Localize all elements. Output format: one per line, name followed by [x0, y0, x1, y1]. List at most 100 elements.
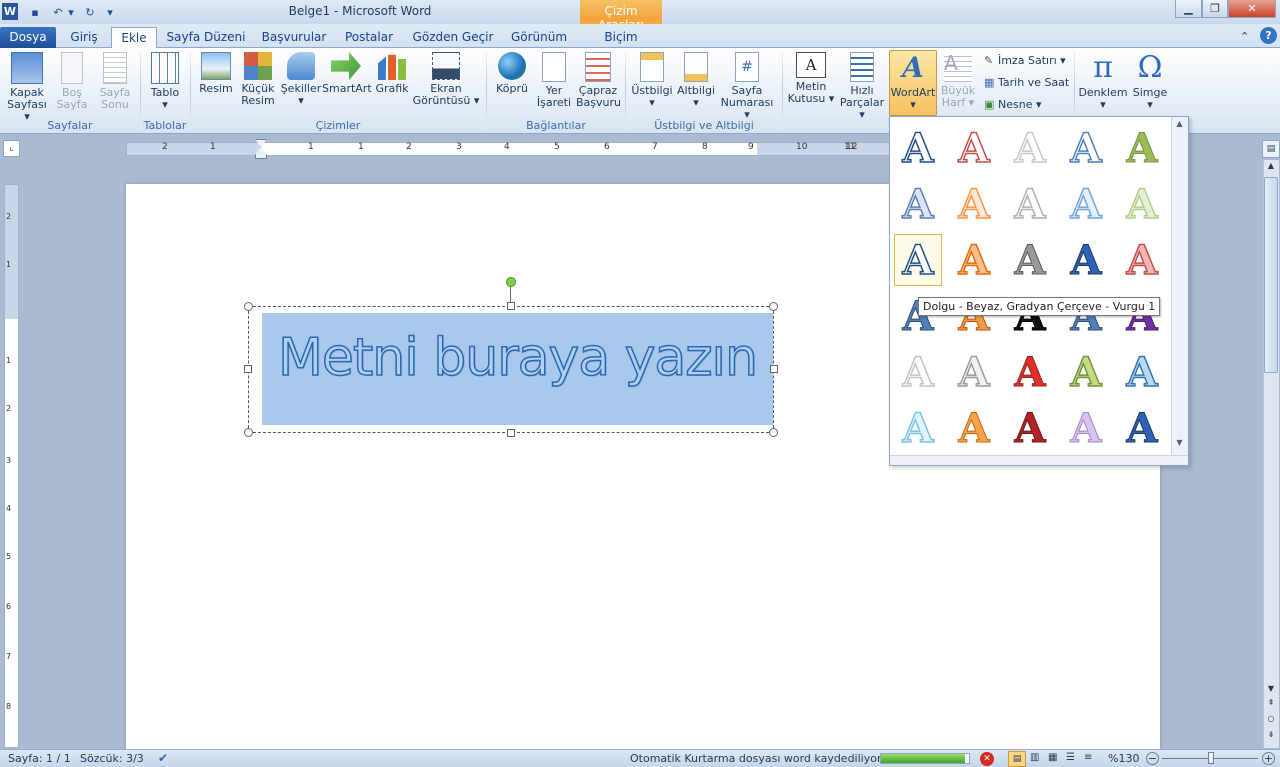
wordart-style-14[interactable]: A — [1062, 234, 1110, 286]
tab-references[interactable]: Başvurular — [258, 27, 330, 48]
screenshot-button[interactable]: Ekran Görüntüsü ▾ — [412, 52, 480, 107]
draft-view-icon[interactable]: ≡ — [1084, 752, 1092, 763]
wordart-style-27[interactable]: A — [950, 402, 998, 454]
tab-view[interactable]: Görünüm — [506, 27, 572, 48]
close-button[interactable]: ✕ — [1228, 0, 1276, 18]
wordart-style-2[interactable]: A — [950, 122, 998, 174]
wordart-style-6[interactable]: A — [894, 178, 942, 230]
date-time-button[interactable]: ▦ Tarih ve Saat — [984, 76, 1069, 89]
wordart-style-23[interactable]: A — [1006, 346, 1054, 398]
wordart-style-30[interactable]: A — [1118, 402, 1166, 454]
clip-art-button[interactable]: Küçük Resim — [238, 52, 278, 107]
resize-handle-se[interactable] — [769, 428, 778, 437]
zoom-slider-thumb[interactable] — [1208, 752, 1214, 764]
wordart-style-5[interactable]: A — [1118, 122, 1166, 174]
wordart-style-9[interactable]: A — [1062, 178, 1110, 230]
wordart-style-8[interactable]: A — [1006, 178, 1054, 230]
scroll-up-icon[interactable]: ▲ — [1265, 161, 1277, 173]
resize-handle-e[interactable] — [770, 365, 778, 373]
word-app-icon[interactable]: W — [2, 3, 18, 20]
resize-handle-s[interactable] — [507, 429, 515, 437]
wordart-style-4[interactable]: A — [1062, 122, 1110, 174]
help-icon[interactable]: ? — [1260, 27, 1277, 44]
header-button[interactable]: Üstbilgi ▾ — [630, 52, 674, 109]
resize-handle-sw[interactable] — [244, 428, 253, 437]
zoom-level[interactable]: %130 — [1108, 752, 1139, 765]
next-page-icon[interactable]: ⇟ — [1265, 730, 1277, 742]
customize-qat-icon[interactable]: ▾ — [104, 4, 116, 20]
wordart-style-11[interactable]: A — [894, 234, 942, 286]
proofing-icon[interactable]: ✔ — [158, 751, 168, 765]
gallery-scrollbar[interactable] — [1171, 117, 1188, 455]
browse-object-icon[interactable]: ○ — [1265, 714, 1277, 726]
footer-button[interactable]: Altbilgi ▾ — [675, 52, 717, 109]
resize-handle-ne[interactable] — [769, 302, 778, 311]
zoom-in-icon[interactable]: + — [1262, 752, 1275, 765]
previous-page-icon[interactable]: ⇞ — [1265, 698, 1277, 710]
symbol-button[interactable]: Ω Simge ▾ — [1128, 52, 1172, 111]
equation-button[interactable]: π Denklem ▾ — [1078, 52, 1128, 111]
zoom-out-icon[interactable]: − — [1146, 752, 1159, 765]
cross-reference-button[interactable]: Çapraz Başvuru — [576, 52, 621, 109]
minimize-ribbon-icon[interactable]: ⌃ — [1240, 30, 1249, 43]
full-screen-reading-icon[interactable]: ▥ — [1030, 752, 1039, 763]
tab-review[interactable]: Gözden Geçir — [410, 27, 496, 48]
print-layout-view-icon[interactable]: ▤ — [1008, 751, 1026, 767]
signature-line-button[interactable]: ✎ İmza Satırı ▾ — [984, 54, 1066, 67]
view-ruler-icon[interactable]: ▤ — [1262, 140, 1280, 158]
tab-format[interactable]: Biçim — [583, 27, 659, 48]
resize-handle-n[interactable] — [507, 302, 515, 310]
tab-insert[interactable]: Ekle — [111, 27, 157, 49]
table-button[interactable]: Tablo ▾ — [146, 52, 184, 111]
wordart-style-7[interactable]: A — [950, 178, 998, 230]
tab-file[interactable]: Dosya — [0, 27, 56, 48]
web-layout-icon[interactable]: ▦ — [1048, 752, 1057, 763]
shapes-button[interactable]: Şekiller ▾ — [280, 52, 322, 107]
tab-mailings[interactable]: Postalar — [338, 27, 400, 48]
maximize-button[interactable]: ❐ — [1202, 0, 1228, 18]
wordart-style-15[interactable]: A — [1118, 234, 1166, 286]
tab-home[interactable]: Giriş — [60, 27, 108, 48]
rotation-handle[interactable] — [506, 277, 516, 287]
undo-icon[interactable]: ↶ — [50, 4, 66, 20]
page-count[interactable]: Sayfa: 1 / 1 — [8, 752, 71, 765]
wordart-style-24[interactable]: A — [1062, 346, 1110, 398]
object-button[interactable]: ▣ Nesne ▾ — [984, 98, 1041, 111]
wordart-style-25[interactable]: A — [1118, 346, 1166, 398]
cover-page-button[interactable]: Kapak Sayfası ▾ — [4, 52, 50, 123]
text-box-button[interactable]: A Metin Kutusu ▾ — [786, 52, 836, 105]
undo-dropdown-icon[interactable]: ▾ — [66, 4, 76, 20]
drop-cap-button[interactable]: A Büyük Harf ▾ — [938, 52, 978, 109]
wordart-style-21[interactable]: A — [894, 346, 942, 398]
resize-handle-nw[interactable] — [244, 302, 253, 311]
wordart-style-1[interactable]: A — [894, 122, 942, 174]
quick-parts-button[interactable]: Hızlı Parçalar ▾ — [836, 52, 888, 121]
wordart-style-3[interactable]: A — [1006, 122, 1054, 174]
wordart-style-10[interactable]: A — [1118, 178, 1166, 230]
wordart-style-12[interactable]: A — [950, 234, 998, 286]
wordart-button[interactable]: A WordArt ▾ — [889, 52, 937, 111]
smartart-button[interactable]: SmartArt — [322, 52, 372, 95]
wordart-style-22[interactable]: A — [950, 346, 998, 398]
bookmark-button[interactable]: Yer İşareti — [534, 52, 574, 109]
tab-selector[interactable]: ⌞ — [3, 140, 20, 157]
gallery-resize-grip[interactable] — [890, 455, 1188, 465]
scrollbar-thumb[interactable] — [1264, 177, 1278, 373]
wordart-style-26[interactable]: A — [894, 402, 942, 454]
save-icon[interactable]: ▪ — [27, 4, 43, 20]
wordart-style-13[interactable]: A — [1006, 234, 1054, 286]
word-count[interactable]: Sözcük: 3/3 — [80, 752, 144, 765]
hyperlink-button[interactable]: Köprü — [492, 52, 532, 95]
wordart-style-29[interactable]: A — [1062, 402, 1110, 454]
redo-icon[interactable]: ↻ — [82, 4, 98, 20]
blank-page-button[interactable]: Boş Sayfa — [53, 52, 91, 111]
page-break-button[interactable]: Sayfa Sonu — [96, 52, 134, 111]
gallery-scroll-down-icon[interactable]: ▼ — [1171, 438, 1188, 452]
picture-button[interactable]: Resim — [196, 52, 236, 95]
wordart-text[interactable]: Metni buraya yazın — [262, 318, 773, 398]
minimize-button[interactable]: ▁ — [1175, 0, 1202, 18]
scroll-down-icon[interactable]: ▼ — [1265, 684, 1277, 696]
tab-page-layout[interactable]: Sayfa Düzeni — [164, 27, 248, 48]
wordart-style-28[interactable]: A — [1006, 402, 1054, 454]
outline-view-icon[interactable]: ☰ — [1066, 752, 1075, 763]
